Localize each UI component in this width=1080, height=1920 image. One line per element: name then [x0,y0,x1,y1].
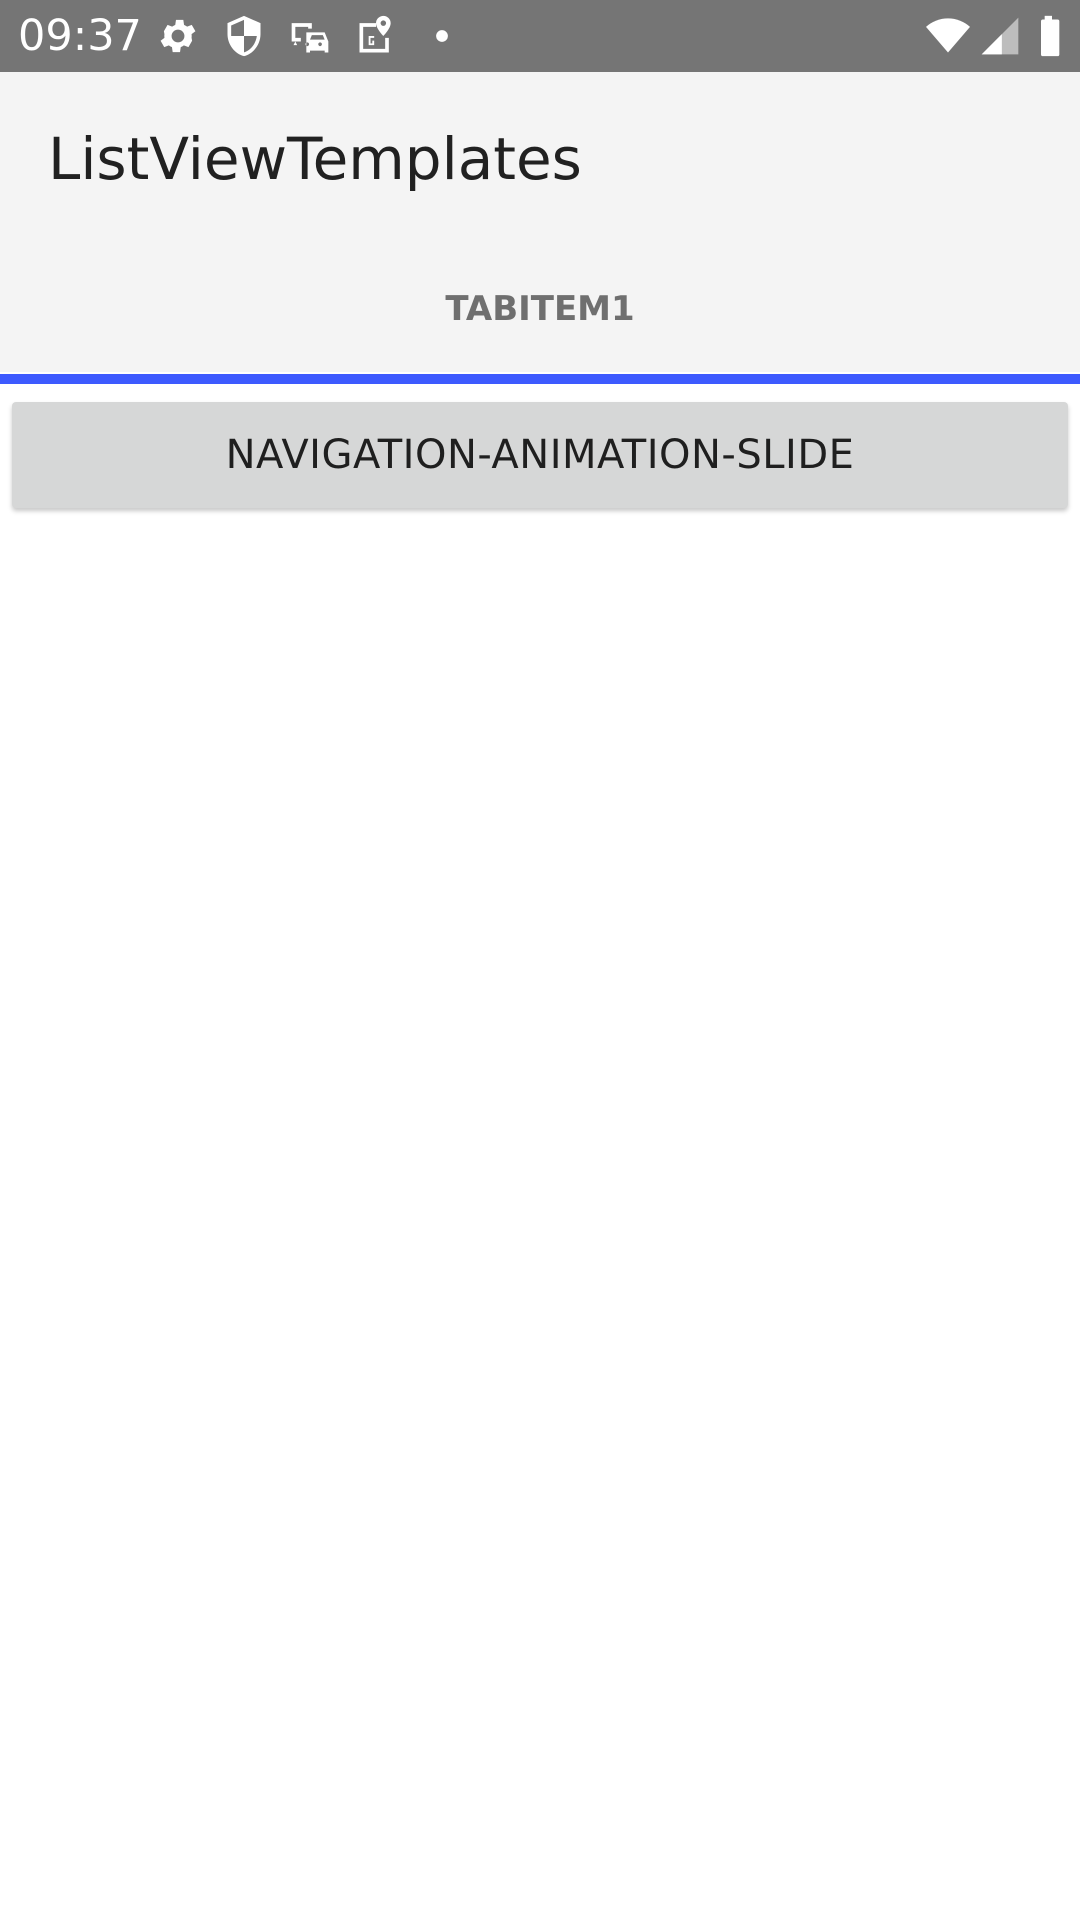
tab-tabitem1[interactable]: TABITEM1 [0,270,1080,348]
shield-icon [222,14,266,58]
maps-icon [354,14,398,58]
wifi-icon [922,14,974,58]
app-bar: ListViewTemplates TABITEM1 [0,72,1080,372]
navigation-animation-slide-button[interactable]: NAVIGATION-ANIMATION-SLIDE [12,402,1068,508]
tab-selected-indicator [0,374,1080,384]
settings-icon [156,14,200,58]
screen: 09:37 ListViewTemplates TABITEM1 NAVIGAT… [0,0,1080,1920]
battery-icon [1030,14,1074,58]
driving-mode-icon [288,14,332,58]
dot-icon [420,14,464,58]
cell-signal-icon [978,14,1022,58]
status-time: 09:37 [18,11,142,61]
page-title: ListViewTemplates [48,125,582,193]
status-bar: 09:37 [0,0,1080,72]
